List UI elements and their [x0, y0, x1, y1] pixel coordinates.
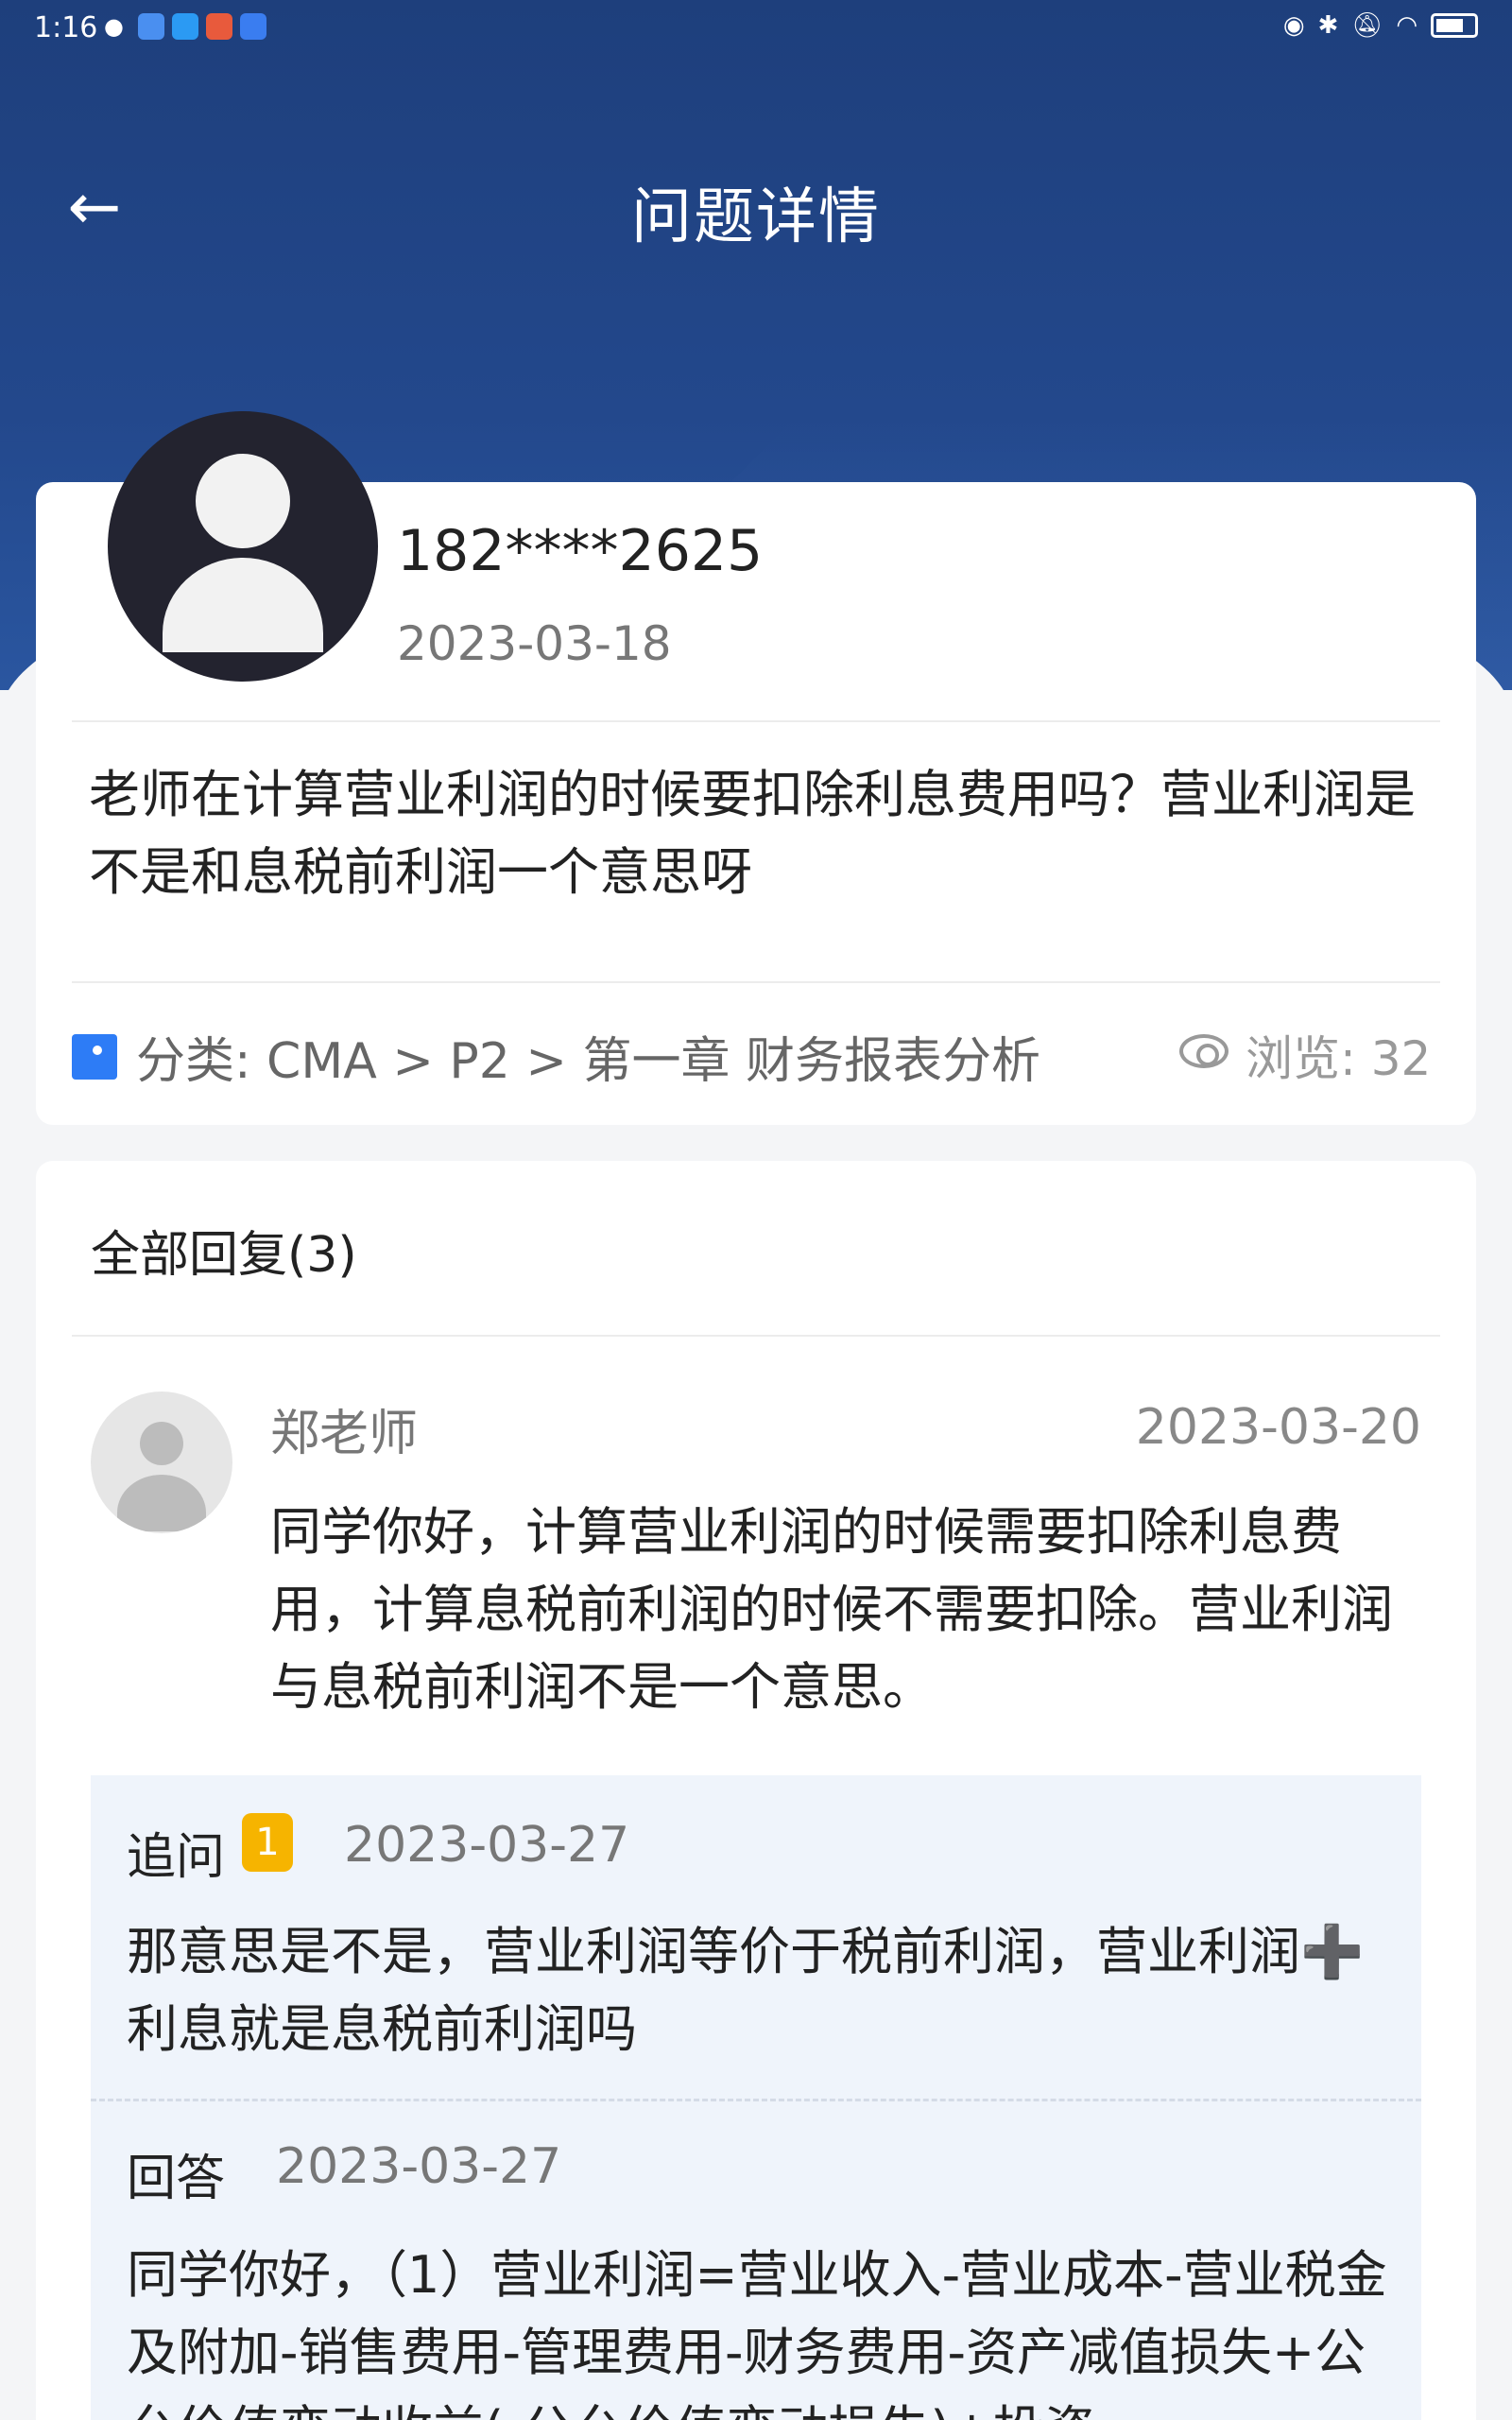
view-count: 浏览: 32 — [1246, 1031, 1432, 1086]
status-bar: 1:16 ● ◉ ✱ 🔕︎ ◠ — [0, 0, 1512, 57]
app-icon-1 — [138, 13, 164, 40]
answer-label: 回答 — [127, 2151, 226, 2207]
user-avatar[interactable] — [108, 411, 378, 682]
wifi-icon: ◠ — [1396, 11, 1418, 40]
question-username: 182****2625 — [397, 518, 764, 584]
battery-icon — [1431, 13, 1478, 38]
divider — [72, 720, 1440, 722]
avatar-head — [196, 454, 290, 548]
avatar-head — [140, 1422, 183, 1465]
question-text: 老师在计算营业利润的时候要扣除利息费用吗？营业利润是不是和息税前利润一个意思呀 — [89, 765, 1416, 902]
system-icons: ◉ ✱ 🔕︎ ◠ — [1283, 11, 1478, 40]
reply-date: 2023-03-20 — [1135, 1399, 1421, 1456]
bluetooth-icon: ✱ — [1317, 11, 1339, 40]
followup-label: 追问 — [127, 1829, 226, 1886]
status-time: 1:16 — [34, 11, 98, 44]
avatar-body — [117, 1475, 206, 1531]
dashed-divider — [91, 2099, 1421, 2101]
divider — [72, 1335, 1440, 1337]
avatar-body — [163, 558, 323, 652]
mute-icon: 🔕︎ — [1351, 11, 1383, 40]
reply-text: 同学你好，计算营业利润的时候需要扣除利息费用，计算息税前利润的时候不需要扣除。营… — [270, 1502, 1393, 1717]
followup-text: 那意思是不是，营业利润等价于税前利润，营业利润➕利息就是息税前利润吗 — [127, 1922, 1365, 2059]
replies-title: 全部回复(3) — [91, 1227, 357, 1284]
teacher-name: 郑老师 — [270, 1406, 419, 1462]
search-app-icon — [172, 13, 198, 40]
answer-date: 2023-03-27 — [276, 2138, 562, 2195]
nav-bar: ← 问题详情 — [0, 151, 1512, 265]
eye-icon — [1179, 1034, 1228, 1068]
teacher-avatar — [91, 1392, 232, 1533]
followup-date: 2023-03-27 — [344, 1817, 630, 1874]
divider — [72, 981, 1440, 983]
notification-icons: ● — [104, 13, 266, 40]
page-title: 问题详情 — [631, 182, 881, 252]
app-icon-2 — [206, 13, 232, 40]
app-icon-3 — [240, 13, 266, 40]
eye-status-icon: ◉ — [1282, 11, 1305, 40]
tag-icon — [72, 1034, 117, 1080]
wechat-icon: ● — [104, 13, 124, 40]
answer-text: 同学你好，（1）营业利润=营业收入-营业成本-营业税金及附加-销售费用-管理费用… — [127, 2245, 1387, 2420]
followup-count-badge: 1 — [242, 1813, 293, 1872]
question-date: 2023-03-18 — [397, 616, 672, 671]
question-category: 分类: CMA > P2 > 第一章 财务报表分析 — [136, 1033, 1041, 1090]
